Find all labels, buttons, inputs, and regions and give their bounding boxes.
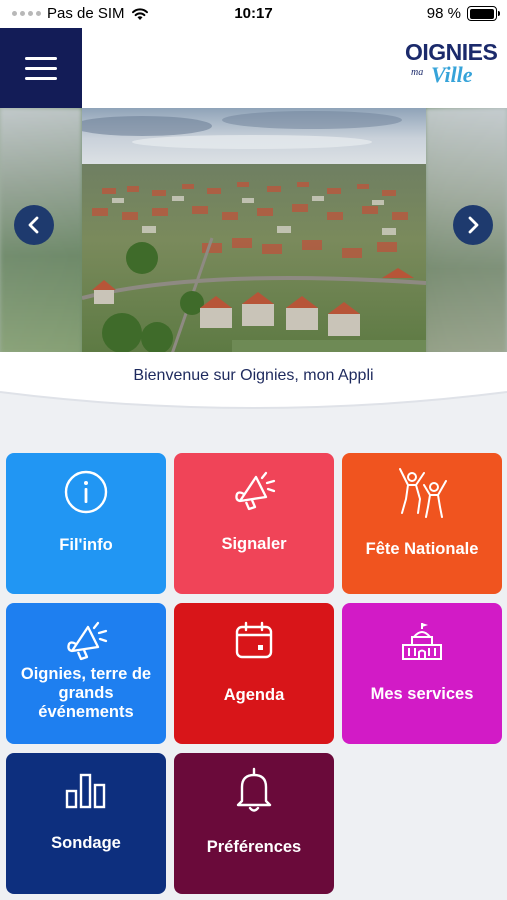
megaphone-icon [235,471,276,511]
image-carousel[interactable] [0,108,507,354]
tile-grands-evenements[interactable]: Oignies, terre de grands événements [6,603,166,744]
battery-icon [467,6,500,21]
aerial-town-photo [82,108,426,354]
carousel-prev-button[interactable] [14,205,54,245]
battery-percent: 98 % [426,5,461,22]
battery-info: 98 % [426,5,500,22]
tile-fil-info[interactable]: Fil'info [6,453,166,594]
hamburger-menu-button[interactable] [0,28,82,108]
people-celebrating-icon [399,468,447,518]
calendar-icon [235,621,273,659]
tile-preferences[interactable]: Préférences [174,753,334,894]
oignies-logo: OIGNIES ma Ville [405,39,498,87]
chevron-right-icon [468,216,479,234]
tile-label: Fil'info [59,536,113,554]
app-header: OIGNIES ma Ville [0,28,507,108]
tile-label: Agenda [223,686,285,704]
tile-agenda[interactable]: Agenda [174,603,334,744]
tile-label: Préférences [206,838,302,856]
chevron-left-icon [28,216,39,234]
services-grid: Fil'info Signaler Fête Nationale Oignies… [6,453,502,894]
tile-mes-services[interactable]: Mes services [342,603,502,744]
tile-label: Signaler [221,535,287,553]
town-hall-icon [402,623,442,660]
info-circle-icon [64,470,108,514]
tile-fete-nationale[interactable]: Fête Nationale [342,453,502,594]
carousel-next-button[interactable] [453,205,493,245]
tile-label: Mes services [370,685,474,703]
bar-chart-icon [65,773,106,809]
hamburger-menu-icon [25,56,57,60]
megaphone-icon [67,621,108,661]
status-bar: Pas de SIM 10:17 98 % [0,0,507,28]
tile-signaler[interactable]: Signaler [174,453,334,594]
tile-sondage[interactable]: Sondage [6,753,166,894]
bell-icon [236,767,272,812]
tile-label: Fête Nationale [365,540,479,558]
carousel-image[interactable] [82,108,426,354]
tile-label: Oignies, terre de grands événements [20,665,152,721]
welcome-text: Bienvenue sur Oignies, mon Appli [133,367,374,384]
tile-label: Sondage [51,834,121,852]
welcome-banner: Bienvenue sur Oignies, mon Appli [0,352,507,416]
